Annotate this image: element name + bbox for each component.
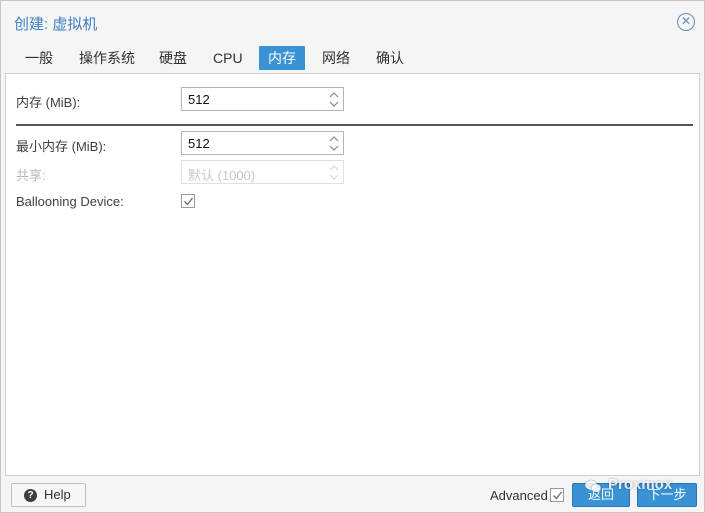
checkmark-icon [184,197,194,206]
ballooning-checkbox[interactable] [181,194,195,208]
create-vm-dialog: 创建: 虚拟机 ✕ 一般 操作系统 硬盘 CPU 内存 网络 确认 内存 (Mi… [0,0,705,513]
tab-confirm[interactable]: 确认 [367,46,413,70]
watermark: Proxmox [584,476,673,493]
shares-label: 共享: [16,168,46,183]
ballooning-label: Ballooning Device: [16,194,124,209]
memory-panel: 内存 (MiB): 512 最小内存 (MiB): 512 共享: 默认 (10… [5,73,700,476]
shares-stepper [329,163,339,181]
shares-placeholder: 默认 (1000) [188,168,256,183]
min-memory-input[interactable]: 512 [181,131,344,155]
tab-general[interactable]: 一般 [16,46,62,70]
wechat-icon [584,479,602,493]
chevron-down-icon[interactable] [329,100,339,108]
help-button[interactable]: ? Help [11,483,86,507]
section-divider [16,124,693,126]
min-memory-label: 最小内存 (MiB): [16,139,107,154]
chevron-up-icon[interactable] [329,135,339,143]
tab-disk[interactable]: 硬盘 [150,46,196,70]
tab-os[interactable]: 操作系统 [70,46,144,70]
advanced-label: Advanced [490,488,548,503]
memory-input[interactable]: 512 [181,87,344,111]
min-memory-value: 512 [188,136,210,151]
chevron-down-icon[interactable] [329,144,339,152]
chevron-up-icon[interactable] [329,91,339,99]
memory-stepper[interactable] [329,90,339,108]
dialog-titlebar: 创建: 虚拟机 ✕ [1,1,704,43]
advanced-checkbox[interactable] [550,488,564,502]
shares-input: 默认 (1000) [181,160,344,184]
tab-cpu[interactable]: CPU [204,46,252,70]
memory-value: 512 [188,92,210,107]
dialog-title: 创建: 虚拟机 [14,16,98,33]
watermark-text: Proxmox [608,476,673,493]
close-icon[interactable]: ✕ [677,13,695,31]
tab-memory[interactable]: 内存 [259,46,305,70]
chevron-down-icon [329,174,339,180]
memory-label: 内存 (MiB): [16,95,81,110]
help-label: Help [44,487,71,502]
min-memory-stepper[interactable] [329,134,339,152]
checkmark-icon [553,491,563,500]
tab-network[interactable]: 网络 [313,46,359,70]
wizard-tabs: 一般 操作系统 硬盘 CPU 内存 网络 确认 [1,43,704,73]
chevron-up-icon [329,165,339,171]
help-icon: ? [24,489,37,502]
